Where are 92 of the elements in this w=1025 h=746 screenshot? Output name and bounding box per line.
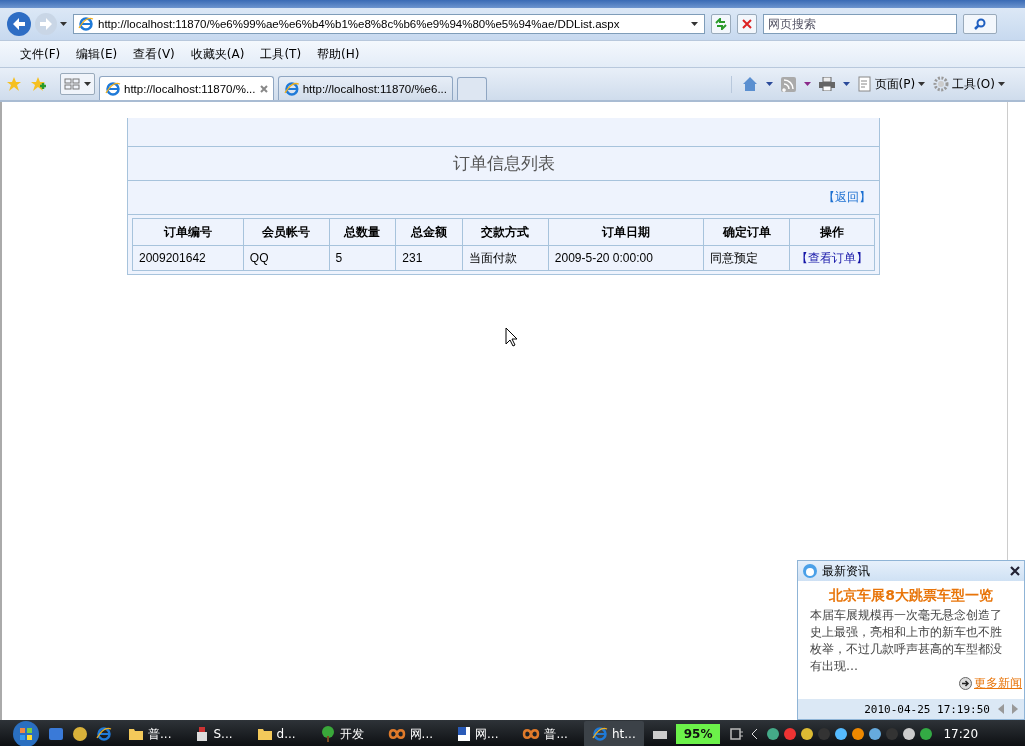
browser-icon <box>591 726 608 742</box>
document-icon <box>457 726 472 742</box>
taskbar-button[interactable]: ht... <box>583 721 644 746</box>
plug-icon[interactable] <box>728 727 745 741</box>
tray-icon[interactable] <box>868 727 883 741</box>
table-cell: QQ <box>243 245 330 271</box>
clock: 17:20 <box>943 727 979 741</box>
add-favorite-icon[interactable] <box>30 76 46 92</box>
tray-icon[interactable] <box>800 727 815 741</box>
keyboard-icon[interactable] <box>651 728 668 740</box>
table-cell: 2009201642 <box>132 245 244 271</box>
news-summary: 本届车展规模再一次毫无悬念创造了史上最强，亮相和上市的新车也不胜枚举，不过几款呼声甚高的车型都没有出现… <box>810 607 1003 675</box>
desktop-icon[interactable] <box>48 726 64 742</box>
caret-icon <box>918 82 926 86</box>
command-menu[interactable]: 工具(O) <box>933 75 1005 93</box>
caret-icon <box>765 82 773 86</box>
caret-icon <box>691 22 698 26</box>
browser-tab[interactable]: http://localhost:11870/%e6... <box>278 76 453 100</box>
close-icon[interactable] <box>260 84 268 93</box>
column-header: 订单编号 <box>132 218 244 246</box>
taskbar-button[interactable]: 普... <box>514 721 576 746</box>
grid-icon <box>64 78 80 90</box>
tray-icon[interactable] <box>766 727 781 741</box>
command-menu[interactable]: 页面(P) <box>857 75 926 93</box>
mouse-cursor <box>505 327 518 347</box>
document-icon <box>857 76 872 92</box>
menu-item[interactable]: 查看(V) <box>125 45 183 63</box>
table-cell: 5 <box>329 245 396 271</box>
caret-icon <box>60 22 67 26</box>
menu-item[interactable]: 编辑(E) <box>68 45 126 63</box>
column-header: 确定订单 <box>703 218 790 246</box>
expand-icon[interactable] <box>752 729 759 739</box>
gear-icon <box>933 76 950 92</box>
folder-icon <box>128 727 144 741</box>
tray-icon[interactable] <box>851 727 866 741</box>
column-header: 总数量 <box>329 218 396 246</box>
close-icon <box>1010 566 1020 576</box>
search-icon <box>974 18 986 30</box>
infinity-icon <box>387 728 406 740</box>
browser-icon <box>105 80 121 97</box>
taskbar-button[interactable]: d... <box>248 721 304 746</box>
stop-button[interactable] <box>737 14 757 34</box>
back-link[interactable]: 【返回】 <box>823 189 871 206</box>
refresh-icon <box>715 18 727 30</box>
refresh-button[interactable] <box>711 14 731 34</box>
table-cell: 当面付款 <box>462 245 549 271</box>
star-icon[interactable] <box>6 76 22 92</box>
quick-tabs-button[interactable] <box>60 73 95 95</box>
toolbox-icon <box>195 726 210 742</box>
browser-icon <box>96 726 112 742</box>
infinity-icon <box>522 728 541 740</box>
caret-icon <box>84 82 91 86</box>
column-header: 总金额 <box>395 218 463 246</box>
caret-icon <box>803 82 811 86</box>
menu-item[interactable]: 帮助(H) <box>309 45 368 63</box>
battery-level: 95% <box>675 724 721 744</box>
search-button[interactable] <box>963 14 997 34</box>
menu-item[interactable]: 工具(T) <box>252 45 310 63</box>
tray-icon[interactable] <box>902 727 917 741</box>
table-cell: 同意预定 <box>703 245 790 271</box>
column-header: 会员帐号 <box>243 218 330 246</box>
tray-icon[interactable] <box>919 727 934 741</box>
address-field[interactable]: http://localhost:11870/%e6%99%ae%e6%b4%b1%e8%8c%b6%e9%94%80%e5%94%ae/DDList.aspx <box>73 14 705 34</box>
taskbar-button[interactable]: 普... <box>120 721 180 746</box>
folder-icon <box>256 727 273 741</box>
browser-icon <box>78 16 94 32</box>
tray-icon[interactable] <box>834 727 849 741</box>
back-icon[interactable] <box>6 11 32 37</box>
taskbar-button[interactable]: 网... <box>449 721 507 746</box>
browser-tab[interactable]: http://localhost:11870/%... <box>99 76 274 100</box>
caret-icon <box>998 82 1005 86</box>
table-cell: 231 <box>395 245 463 271</box>
taskbar-button[interactable]: S... <box>187 721 241 746</box>
menu-item[interactable]: 收藏夹(A) <box>182 45 253 63</box>
table-cell: 2009-5-20 0:00:00 <box>548 245 704 271</box>
column-header: 操作 <box>789 218 875 246</box>
column-header: 订单日期 <box>548 218 704 246</box>
news-timestamp: 2010-04-25 17:19:50 <box>864 702 990 716</box>
search-field[interactable]: 网页搜索 <box>763 14 957 34</box>
taskbar-button[interactable]: 开发 <box>311 721 372 746</box>
arrow-icon <box>959 677 972 690</box>
stop-icon <box>742 19 752 29</box>
page-title: 订单信息列表 <box>452 152 555 175</box>
menu-item[interactable]: 文件(F) <box>12 45 69 63</box>
taskbar-button[interactable]: 网... <box>379 721 442 746</box>
browser-icon <box>284 80 300 97</box>
caret-icon <box>842 82 850 86</box>
printer-icon[interactable] <box>818 77 835 91</box>
home-icon[interactable] <box>741 76 758 92</box>
tree-icon <box>319 726 336 742</box>
column-header: 交款方式 <box>462 218 549 246</box>
news-title: 最新资讯 <box>822 562 870 580</box>
